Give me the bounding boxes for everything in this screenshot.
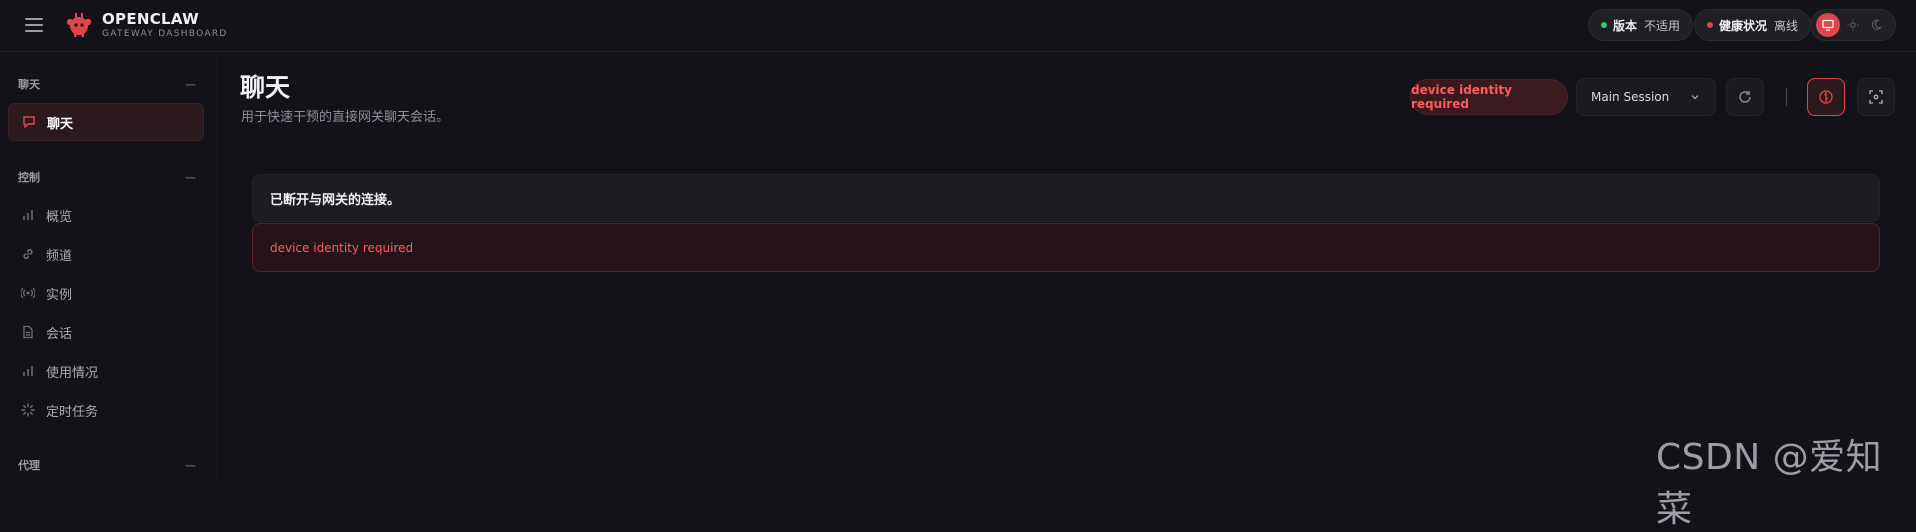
openclaw-logo-icon bbox=[66, 13, 92, 37]
theme-light-button[interactable] bbox=[1841, 13, 1865, 37]
focus-mode-button[interactable] bbox=[1857, 78, 1895, 116]
sidebar-section-chat[interactable]: 聊天 — bbox=[18, 75, 196, 93]
health-label: 健康状况 bbox=[1719, 18, 1768, 33]
collapse-icon[interactable]: — bbox=[185, 171, 196, 184]
theme-system-button[interactable] bbox=[1815, 13, 1840, 37]
sidebar-item-label: 聊天 bbox=[47, 116, 74, 132]
sidebar-section-agents[interactable]: 代理 — bbox=[18, 456, 196, 474]
brand: OPENCLAW GATEWAY DASHBOARD bbox=[102, 10, 228, 39]
error-status-badge: device identity required bbox=[1410, 79, 1568, 115]
refresh-button[interactable] bbox=[1726, 78, 1764, 116]
error-callout-text: device identity required bbox=[270, 240, 414, 255]
version-label: 版本 bbox=[1613, 18, 1638, 33]
sidebar-item-label: 实例 bbox=[46, 287, 73, 303]
connection-status-text: 已断开与网关的连接。 bbox=[270, 192, 401, 208]
loader-icon bbox=[20, 402, 36, 418]
menu-icon[interactable] bbox=[22, 14, 46, 38]
version-status-dot bbox=[1601, 22, 1607, 28]
document-icon bbox=[20, 324, 36, 340]
sidebar-item-chat[interactable]: 聊天 bbox=[8, 103, 204, 141]
connection-status-card: 已断开与网关的连接。 bbox=[252, 174, 1880, 222]
version-pill: 版本 不适用 bbox=[1588, 9, 1694, 41]
health-value: 离线 bbox=[1774, 18, 1799, 33]
section-title: 聊天 bbox=[18, 78, 40, 91]
error-callout: device identity required bbox=[252, 223, 1880, 272]
sidebar-section-control[interactable]: 控制 — bbox=[18, 168, 196, 186]
chevron-down-icon bbox=[1691, 95, 1699, 100]
link-icon bbox=[20, 246, 36, 262]
thinking-toggle-button[interactable] bbox=[1807, 78, 1845, 116]
monitor-icon bbox=[1822, 19, 1834, 31]
bar-chart-icon bbox=[20, 207, 36, 223]
sidebar-item-label: 会话 bbox=[46, 326, 73, 342]
collapse-icon[interactable]: — bbox=[185, 459, 196, 472]
sidebar-item-label: 使用情况 bbox=[46, 365, 99, 381]
health-status-dot bbox=[1707, 22, 1713, 28]
health-pill: 健康状况 离线 bbox=[1694, 9, 1812, 41]
sidebar-item-overview[interactable]: 概览 bbox=[8, 196, 204, 234]
version-value: 不适用 bbox=[1644, 18, 1681, 33]
chat-bubble-icon bbox=[21, 114, 37, 130]
session-select[interactable]: Main Session bbox=[1576, 78, 1716, 116]
sidebar: 聊天 — 聊天 控制 — 概览 频道 实例 会话 使用情况 定时任务 代理 — bbox=[0, 52, 218, 484]
focus-icon bbox=[1869, 90, 1883, 104]
theme-dark-button[interactable] bbox=[1866, 13, 1890, 37]
sidebar-item-channels[interactable]: 频道 bbox=[8, 235, 204, 273]
sidebar-item-usage[interactable]: 使用情况 bbox=[8, 352, 204, 390]
sidebar-item-cron[interactable]: 定时任务 bbox=[8, 391, 204, 429]
page-title: 聊天 bbox=[240, 73, 291, 102]
brand-title: OPENCLAW bbox=[102, 10, 199, 28]
sidebar-item-sessions[interactable]: 会话 bbox=[8, 313, 204, 351]
radio-icon bbox=[20, 285, 36, 301]
section-title: 控制 bbox=[18, 171, 40, 184]
sidebar-item-instances[interactable]: 实例 bbox=[8, 274, 204, 312]
moon-icon bbox=[1872, 19, 1883, 30]
toolbar-divider bbox=[1786, 88, 1787, 106]
sidebar-item-label: 定时任务 bbox=[46, 404, 99, 420]
brain-icon bbox=[1819, 90, 1833, 104]
watermark: CSDN @爱知菜 bbox=[1656, 437, 1883, 530]
collapse-icon[interactable]: — bbox=[185, 78, 196, 91]
sidebar-item-label: 概览 bbox=[46, 209, 73, 225]
sun-icon bbox=[1847, 19, 1859, 31]
brand-subtitle: GATEWAY DASHBOARD bbox=[102, 29, 228, 39]
top-bar: OPENCLAW GATEWAY DASHBOARD 版本 不适用 健康状况 离… bbox=[0, 0, 1916, 52]
bar-chart-icon bbox=[20, 363, 36, 379]
session-select-value: Main Session bbox=[1591, 90, 1670, 104]
section-title: 代理 bbox=[18, 459, 40, 472]
refresh-icon bbox=[1739, 91, 1751, 103]
sidebar-item-label: 频道 bbox=[46, 248, 73, 264]
page-subtitle: 用于快速干预的直接网关聊天会话。 bbox=[241, 110, 450, 125]
theme-switcher bbox=[1810, 9, 1896, 41]
